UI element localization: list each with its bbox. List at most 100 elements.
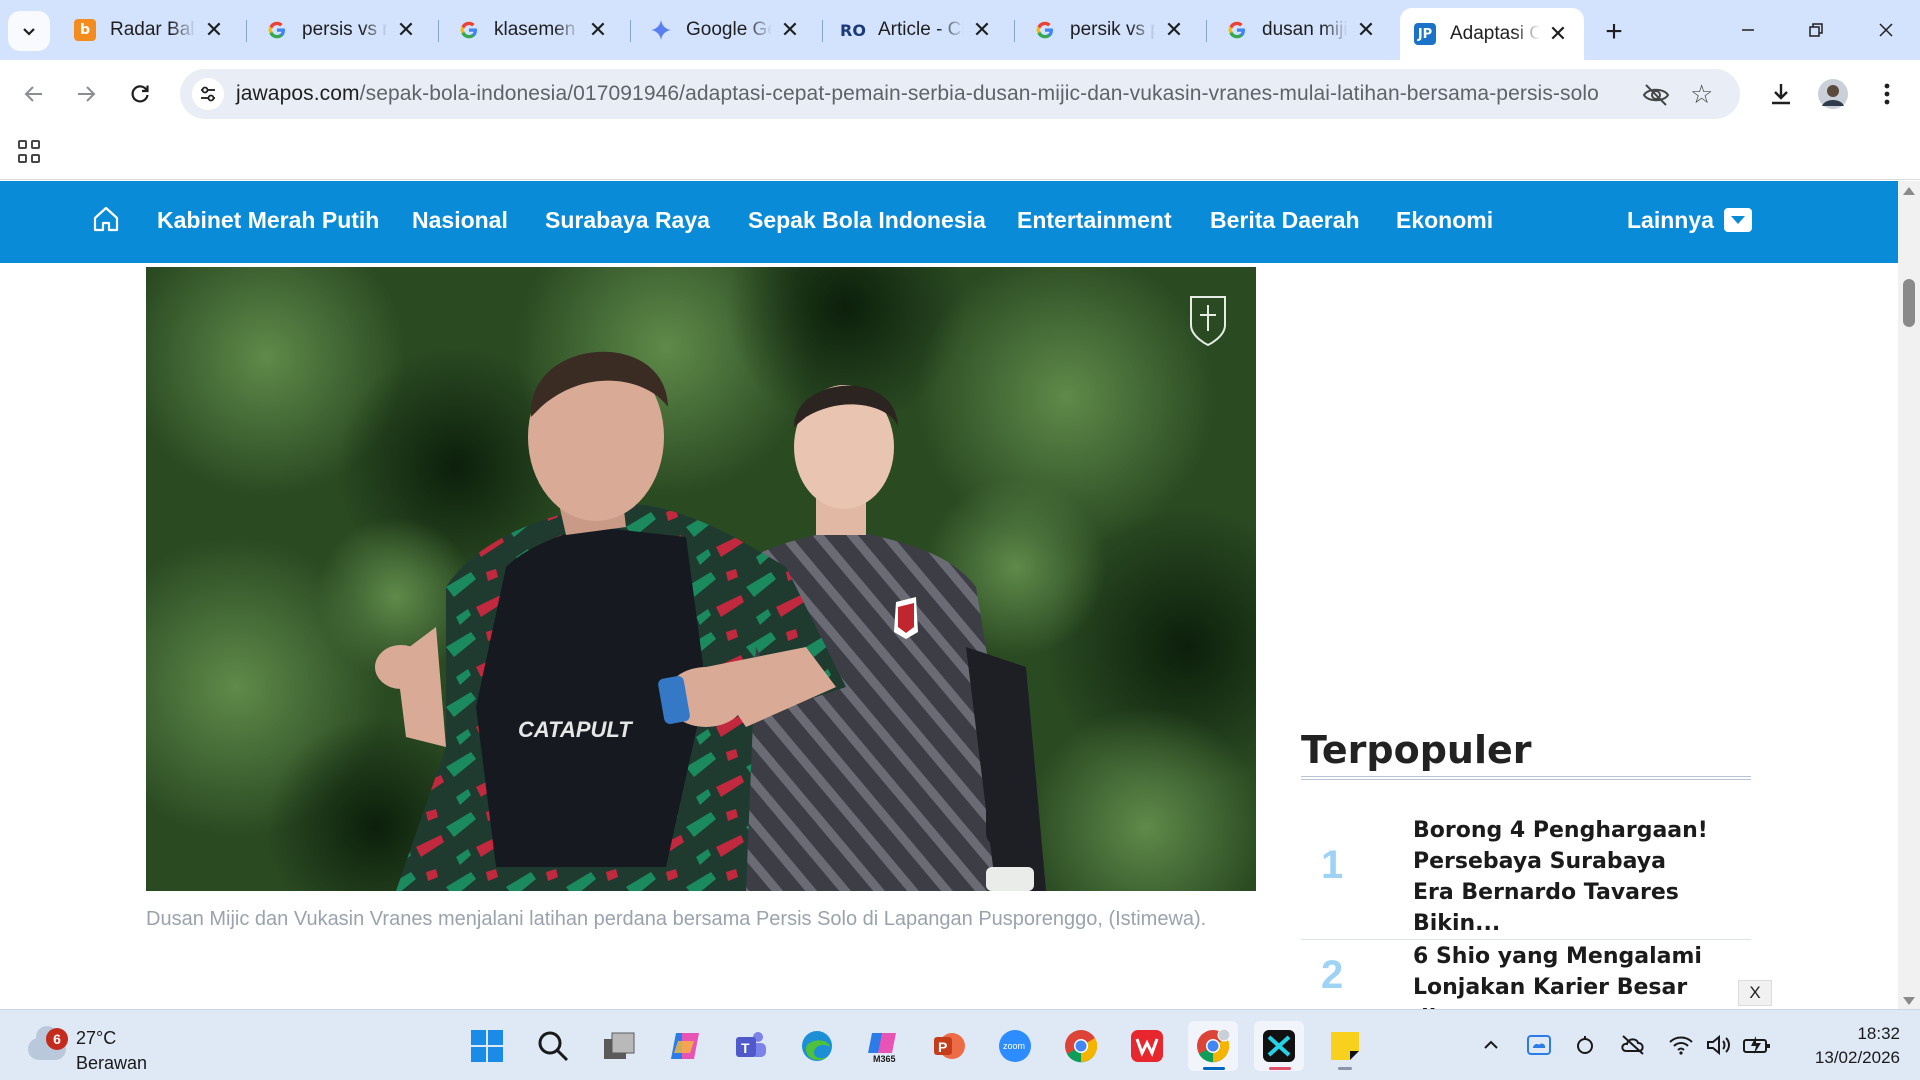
download-icon (1772, 84, 1790, 105)
windows-taskbar: 6 27°C Berawan T M365 P zoom 18:32 13/02… (0, 1009, 1920, 1080)
battery-charging-icon[interactable] (1742, 1030, 1772, 1060)
new-tab-button[interactable]: + (1596, 14, 1632, 50)
close-tab-icon[interactable]: ✕ (1162, 17, 1186, 42)
search-icon[interactable] (528, 1021, 578, 1071)
popular-headline[interactable]: Borong 4 Penghargaan! Persebaya Surabaya… (1413, 815, 1713, 939)
home-icon[interactable] (90, 203, 122, 235)
wps-icon[interactable] (1122, 1021, 1172, 1071)
edge-icon[interactable] (792, 1021, 842, 1071)
scroll-down-icon[interactable] (1903, 997, 1915, 1005)
scrollbar-thumb[interactable] (1903, 279, 1915, 327)
m365-icon[interactable]: M365 (858, 1021, 908, 1071)
jawapos-icon: JP (1414, 23, 1436, 45)
weather-condition: Berawan (76, 1053, 148, 1073)
url-domain: jawapos.com (236, 82, 360, 105)
tab-adaptasi-active[interactable]: JP Adaptasi C ✕ (1400, 8, 1584, 60)
nav-kabinet-merah-putih[interactable]: Kabinet Merah Putih (157, 207, 379, 234)
popular-divider (1301, 939, 1751, 940)
tab-article[interactable]: RO Article - Ch ✕ (828, 10, 1008, 50)
task-view-icon[interactable] (594, 1021, 644, 1071)
close-tab-icon[interactable]: ✕ (202, 17, 226, 42)
nav-sepak-bola-indonesia[interactable]: Sepak Bola Indonesia (748, 207, 986, 234)
sticky-notes-icon[interactable] (1320, 1021, 1370, 1071)
nav-berita-daerah[interactable]: Berita Daerah (1210, 207, 1360, 234)
powerpoint-icon[interactable]: P (924, 1021, 974, 1071)
teams-icon[interactable]: T (726, 1021, 776, 1071)
download-button[interactable] (1762, 75, 1800, 113)
close-window-icon[interactable] (1866, 12, 1906, 48)
cloud-offline-icon[interactable] (1618, 1030, 1648, 1060)
apps-grid-icon[interactable] (18, 140, 42, 164)
menu-button[interactable] (1868, 75, 1906, 113)
bookmarks-bar (0, 126, 1920, 180)
svg-text:T: T (741, 1040, 750, 1056)
copilot-icon[interactable] (660, 1021, 710, 1071)
tab-persik-vs[interactable]: persik vs p ✕ (1020, 10, 1200, 50)
zoom-icon[interactable]: zoom (990, 1021, 1040, 1071)
close-tab-icon[interactable]: ✕ (394, 17, 418, 42)
eye-off-icon[interactable] (1642, 81, 1670, 109)
close-tab-icon[interactable]: ✕ (778, 17, 802, 42)
google-icon (1034, 19, 1056, 41)
tab-dusan-mijic[interactable]: dusan miji ✕ (1212, 10, 1392, 50)
nav-entertainment[interactable]: Entertainment (1017, 207, 1172, 234)
avatar-icon (1818, 79, 1848, 109)
close-tab-icon[interactable]: ✕ (970, 17, 994, 42)
back-button[interactable] (14, 74, 54, 114)
sync-status-icon[interactable] (1570, 1030, 1600, 1060)
weather-widget[interactable]: 6 27°C Berawan (24, 1020, 184, 1073)
close-ad-button[interactable]: X (1738, 980, 1772, 1006)
google-icon (266, 19, 288, 41)
tab-strip: b Radar Bali ✕ persis vs m ✕ klasemen s … (0, 0, 1920, 60)
show-hidden-icons-icon[interactable] (1476, 1030, 1506, 1060)
popular-headline[interactable]: 6 Shio yang Mengalami Lonjakan Karier Be… (1413, 941, 1713, 1009)
profile-avatar[interactable] (1814, 75, 1852, 113)
volume-icon[interactable] (1704, 1030, 1734, 1060)
reload-icon (131, 85, 149, 103)
weather-temperature: 27°C (76, 1028, 117, 1048)
tab-radar-bali[interactable]: b Radar Bali ✕ (60, 10, 240, 50)
forward-button[interactable] (66, 74, 106, 114)
caret-down-icon[interactable] (1724, 208, 1752, 232)
scroll-up-icon[interactable] (1903, 187, 1915, 195)
cloud-sync-icon[interactable] (1524, 1030, 1554, 1060)
restore-icon[interactable] (1796, 12, 1836, 48)
minimize-icon[interactable] (1728, 12, 1768, 48)
page-scrollbar[interactable] (1898, 181, 1920, 1009)
nav-surabaya-raya[interactable]: Surabaya Raya (545, 207, 710, 234)
browser-toolbar: jawapos.com/sepak-bola-indonesia/0170919… (0, 60, 1920, 126)
nav-lainnya[interactable]: Lainnya (1627, 207, 1714, 234)
chevron-down-icon (23, 28, 35, 36)
address-bar[interactable]: jawapos.com/sepak-bola-indonesia/0170919… (180, 69, 1740, 119)
url-text[interactable]: jawapos.com/sepak-bola-indonesia/0170919… (236, 82, 1599, 106)
popular-item[interactable]: 1 Borong 4 Penghargaan! Persebaya Suraba… (1301, 815, 1751, 940)
popular-item[interactable]: 2 6 Shio yang Mengalami Lonjakan Karier … (1301, 941, 1751, 1009)
capcut-icon[interactable] (1254, 1021, 1304, 1071)
tab-klasemen[interactable]: klasemen s ✕ (444, 10, 624, 50)
tab-persis-vs[interactable]: persis vs m ✕ (252, 10, 432, 50)
kebab-menu-icon (1884, 83, 1890, 105)
site-info-button[interactable] (192, 78, 224, 110)
google-icon (458, 19, 480, 41)
popular-rank: 2 (1321, 953, 1344, 997)
nav-nasional[interactable]: Nasional (412, 207, 508, 234)
svg-text:P: P (938, 1039, 947, 1055)
close-tab-icon[interactable]: ✕ (1546, 21, 1570, 46)
nav-ekonomi[interactable]: Ekonomi (1396, 207, 1493, 234)
wifi-icon[interactable] (1666, 1030, 1696, 1060)
popular-heading-rule (1301, 776, 1751, 780)
chrome-icon[interactable] (1056, 1021, 1106, 1071)
tab-google-gemini[interactable]: Google Ge ✕ (636, 10, 816, 50)
svg-text:zoom: zoom (1003, 1041, 1025, 1051)
svg-text:CATAPULT: CATAPULT (518, 717, 633, 742)
reload-button[interactable] (120, 74, 160, 114)
chrome-profile-icon[interactable] (1188, 1021, 1238, 1071)
notification-badge: 6 (46, 1028, 68, 1050)
popular-heading: Terpopuler (1301, 728, 1532, 772)
start-icon[interactable] (462, 1021, 512, 1071)
bookmark-star-icon[interactable]: ☆ (1690, 79, 1713, 110)
close-tab-icon[interactable]: ✕ (1354, 17, 1378, 42)
close-tab-icon[interactable]: ✕ (586, 17, 610, 42)
tab-search-button[interactable] (8, 11, 50, 51)
taskbar-clock[interactable]: 18:32 13/02/2026 (1790, 1022, 1900, 1070)
